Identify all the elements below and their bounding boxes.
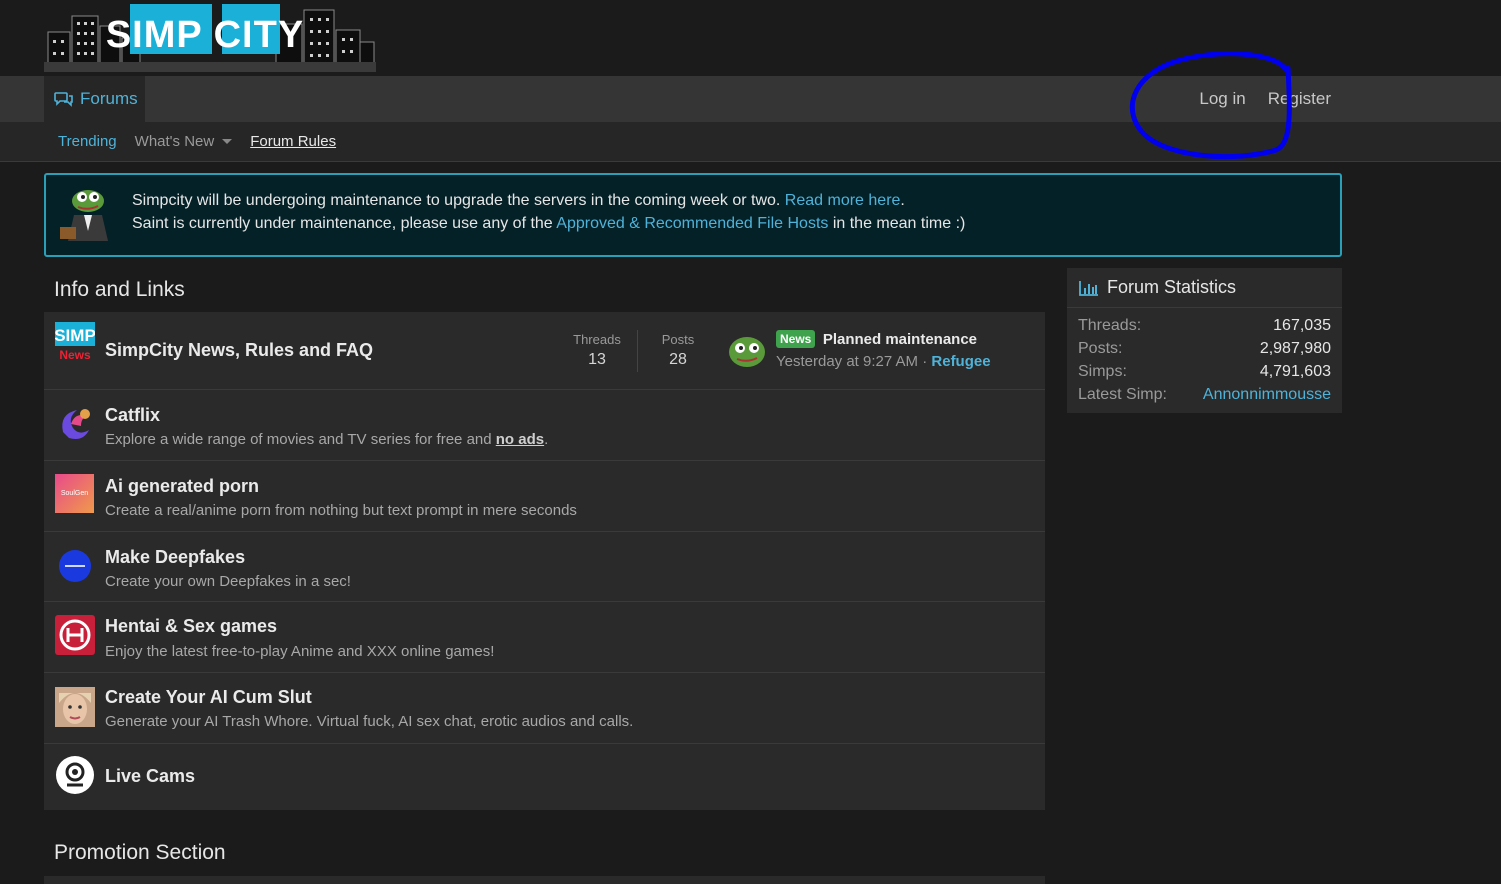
latest-post-separator: ·	[918, 353, 932, 371]
auth-links: Log in Register	[1199, 76, 1331, 122]
promotion-heading: Promotion Section	[54, 841, 226, 864]
link-row-live-cams[interactable]: Live Cams	[44, 744, 1045, 810]
stat-value: 4,791,603	[1259, 362, 1331, 380]
stat-row: Latest Simp: Annonnimmousse	[1067, 383, 1342, 406]
tab-forums[interactable]: Forums	[44, 76, 145, 122]
link-row-ai-porn[interactable]: SoulGen Ai generated porn Create a real/…	[44, 461, 1045, 532]
threads-stat-value: 13	[588, 351, 606, 368]
threads-stat: Threads 13	[568, 332, 626, 369]
latest-thread-title[interactable]: Planned maintenance	[823, 331, 977, 348]
info-links-block: SIMP News SimpCity News, Rules and FAQ T…	[44, 312, 1045, 810]
forum-row-news[interactable]: SIMP News SimpCity News, Rules and FAQ T…	[44, 312, 1045, 390]
latest-simp-link[interactable]: Annonnimmousse	[1203, 386, 1331, 404]
comments-icon	[54, 92, 73, 107]
info-links-heading: Info and Links	[54, 278, 185, 301]
notice-line-1-text: Simpcity will be undergoing maintenance …	[132, 192, 785, 209]
forum-title-news[interactable]: SimpCity News, Rules and FAQ	[105, 340, 373, 361]
sub-navbar: Trending What's New Forum Rules	[0, 122, 1501, 162]
stat-row: Simps: 4,791,603	[1067, 360, 1342, 383]
link-desc: Generate your AI Trash Whore. Virtual fu…	[105, 713, 634, 730]
stats-list: Threads: 167,035 Posts: 2,987,980 Simps:…	[1067, 308, 1342, 406]
site-logo[interactable]: SIMP CITY	[44, 2, 376, 72]
ai-face-icon	[55, 687, 95, 727]
link-title[interactable]: Hentai & Sex games	[105, 616, 277, 637]
promotion-block	[44, 876, 1045, 884]
stat-label: Latest Simp:	[1078, 385, 1167, 403]
link-row-deepfakes[interactable]: Make Deepfakes Create your own Deepfakes…	[44, 532, 1045, 602]
notice-line-2-text: Saint is currently under maintenance, pl…	[132, 215, 557, 232]
notice-line-2-end: in the mean time :)	[828, 215, 966, 232]
soulgen-icon: SoulGen	[55, 474, 94, 513]
subnav-trending[interactable]: Trending	[58, 133, 117, 150]
read-more-link[interactable]: Read more here	[785, 192, 901, 209]
link-desc-text: Explore a wide range of movies and TV se…	[105, 431, 496, 448]
subnav-forum-rules[interactable]: Forum Rules	[250, 133, 336, 150]
maintenance-notice: Simpcity will be undergoing maintenance …	[44, 173, 1342, 257]
simp-news-icon-bottom: News	[59, 348, 91, 362]
stat-value: 2,987,980	[1259, 339, 1331, 357]
notice-line-1: Simpcity will be undergoing maintenance …	[132, 189, 965, 212]
no-ads-text: no ads	[495, 431, 545, 448]
link-desc: Enjoy the latest free-to-play Anime and …	[105, 643, 495, 660]
latest-post-meta: Yesterday at 9:27 AM · Refugee	[776, 353, 991, 370]
posts-stat-label: Posts	[661, 332, 695, 347]
bar-chart-icon	[1079, 280, 1098, 296]
latest-post: News Planned maintenance Yesterday at 9:…	[776, 330, 991, 370]
pepe-businessman-icon	[60, 190, 108, 241]
stat-value: 167,035	[1273, 316, 1331, 334]
tab-forums-label: Forums	[80, 89, 138, 108]
stat-label: Threads:	[1078, 316, 1142, 334]
stat-divider	[637, 330, 638, 372]
notice-text: Simpcity will be undergoing maintenance …	[132, 189, 965, 235]
subnav-whats-new-label: What's New	[134, 133, 215, 150]
link-desc: Explore a wide range of movies and TV se…	[105, 431, 548, 448]
link-row-ai-companion[interactable]: Create Your AI Cum Slut Generate your AI…	[44, 673, 1045, 744]
link-desc: Create your own Deepfakes in a sec!	[105, 573, 351, 590]
link-desc-end: .	[544, 431, 549, 448]
logo-text: SIMP CITY	[106, 14, 304, 56]
link-row-games[interactable]: Hentai & Sex games Enjoy the latest free…	[44, 602, 1045, 673]
simp-news-icon: SIMP News	[55, 322, 95, 362]
user-avatar[interactable]	[727, 330, 767, 370]
latest-post-time[interactable]: Yesterday at 9:27 AM	[776, 353, 918, 370]
stat-row: Posts: 2,987,980	[1067, 337, 1342, 360]
latest-post-user[interactable]: Refugee	[931, 353, 990, 370]
link-title[interactable]: Live Cams	[105, 766, 195, 787]
link-row-catflix[interactable]: Catflix Explore a wide range of movies a…	[44, 390, 1045, 461]
link-desc: Create a real/anime porn from nothing bu…	[105, 502, 577, 519]
news-badge: News	[776, 330, 816, 348]
webcam-icon	[56, 756, 94, 794]
chevron-down-icon[interactable]	[222, 139, 233, 144]
forum-statistics-widget: Forum Statistics Threads: 167,035 Posts:…	[1067, 268, 1342, 413]
forum-statistics-title: Forum Statistics	[1107, 277, 1237, 297]
stat-label: Simps:	[1078, 362, 1127, 380]
threads-stat-label: Threads	[573, 332, 621, 347]
site-header: SIMP CITY	[0, 0, 1501, 76]
register-link[interactable]: Register	[1268, 89, 1331, 109]
main-navbar: Forums Log in Register	[0, 76, 1501, 122]
link-title[interactable]: Catflix	[105, 405, 160, 426]
notice-line-1-end: .	[900, 192, 905, 209]
hentai-games-icon	[55, 615, 95, 655]
catflix-icon	[57, 406, 93, 442]
link-title[interactable]: Make Deepfakes	[105, 547, 245, 568]
stat-row: Threads: 167,035	[1067, 314, 1342, 337]
posts-stat-value: 28	[669, 351, 687, 368]
notice-line-2: Saint is currently under maintenance, pl…	[132, 212, 965, 235]
posts-stat: Posts 28	[649, 332, 707, 369]
simp-news-icon-top: SIMP	[55, 326, 95, 345]
forum-statistics-header: Forum Statistics	[1067, 268, 1342, 308]
deepfakes-icon	[59, 550, 91, 582]
login-link[interactable]: Log in	[1199, 89, 1245, 109]
subnav-whats-new[interactable]: What's New	[135, 133, 233, 150]
file-hosts-link[interactable]: Approved & Recommended File Hosts	[556, 215, 828, 232]
link-title[interactable]: Create Your AI Cum Slut	[105, 687, 312, 708]
stat-label: Posts:	[1078, 339, 1123, 357]
link-title[interactable]: Ai generated porn	[105, 476, 259, 497]
